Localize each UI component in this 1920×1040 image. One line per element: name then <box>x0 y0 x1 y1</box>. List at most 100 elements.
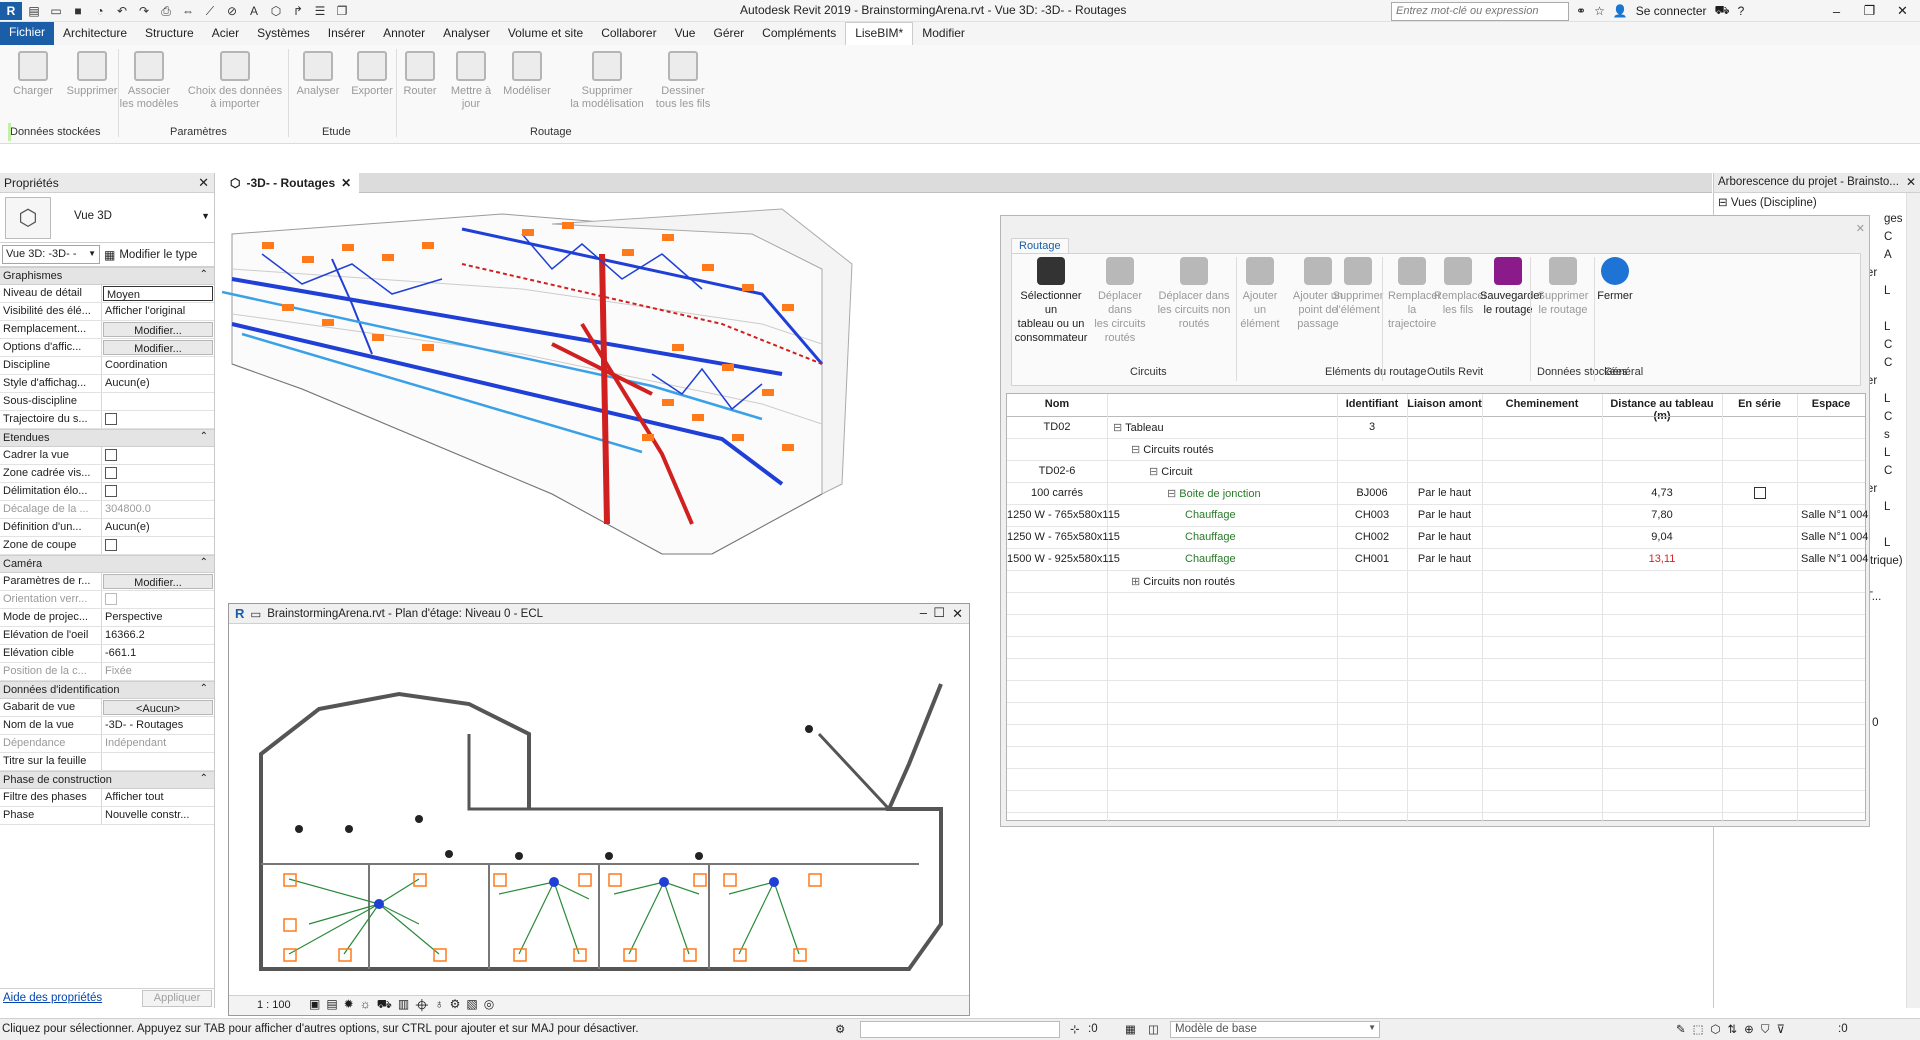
property-value[interactable] <box>102 411 214 428</box>
property-value[interactable]: Afficher tout <box>102 789 214 806</box>
property-group-header[interactable]: Caméra ⌃ <box>0 555 214 573</box>
measure-icon[interactable]: ⇔ <box>178 2 198 20</box>
expand-icon[interactable]: ⊟ <box>1167 488 1179 500</box>
scale-label[interactable]: 1 : 100 <box>257 999 291 1011</box>
checkbox[interactable] <box>105 449 117 461</box>
close-icon[interactable]: ✕ <box>1886 0 1919 22</box>
select-links-icon[interactable]: ⊹ <box>1070 1022 1080 1036</box>
table-row[interactable]: 1250 W - 765x580x115 Chauffage CH003 Par le… <box>1007 505 1868 527</box>
table-row[interactable]: 1500 W - 925x580x115 Chauffage CH001 Par le… <box>1007 549 1868 571</box>
collapse-icon[interactable]: ⌃ <box>200 557 208 568</box>
thin-lines-icon[interactable]: ☰ <box>310 2 330 20</box>
edit-type-button[interactable]: Modifier le type <box>119 249 197 261</box>
collapse-icon[interactable]: ⌃ <box>200 683 208 694</box>
collapse-icon[interactable]: ⌃ <box>200 269 208 280</box>
cart-icon[interactable]: ⛟ <box>1715 3 1730 19</box>
workset-select[interactable] <box>860 1021 1060 1038</box>
column-header[interactable]: Distance au tableau (m) <box>1602 394 1722 422</box>
ribbon-button[interactable]: Associer les modèles <box>118 51 180 111</box>
minimize-icon[interactable]: – <box>1820 0 1853 22</box>
ribbon-button[interactable]: Mettre à jour <box>442 51 500 111</box>
property-edit-button[interactable]: Modifier... <box>103 340 213 355</box>
ribbon-tab[interactable]: Structure <box>136 23 203 45</box>
property-group-header[interactable]: Données d'identification ⌃ <box>0 681 214 699</box>
close-icon[interactable]: ✕ <box>198 175 209 191</box>
browser-scrollbar[interactable] <box>1906 193 1920 1008</box>
close-icon[interactable]: ✕ <box>952 606 963 622</box>
routage-tool-button[interactable]: Remplacer les fils <box>1434 257 1487 317</box>
property-value[interactable] <box>102 447 214 464</box>
text-icon[interactable]: A <box>244 2 264 20</box>
signin-link[interactable]: Se connecter <box>1636 4 1707 18</box>
ribbon-tab[interactable]: Vue <box>666 23 705 45</box>
close-icon[interactable]: ✕ <box>1856 222 1865 235</box>
table-row[interactable]: TD02-6 ⊟ Circuit <box>1007 461 1865 483</box>
property-value[interactable]: Aucun(e) <box>102 375 214 392</box>
property-value[interactable]: -3D- - Routages <box>102 717 214 734</box>
undo-icon[interactable]: ↶ <box>112 2 132 20</box>
property-value[interactable]: -661.1 <box>102 645 214 662</box>
sync-icon[interactable]: ◔ <box>90 2 110 20</box>
column-header[interactable]: Nom <box>1007 394 1107 416</box>
ribbon-tab[interactable]: Gérer <box>704 23 753 45</box>
column-header[interactable]: Liaison amont <box>1407 394 1482 416</box>
property-edit-button[interactable]: Modifier... <box>103 322 213 337</box>
column-header[interactable]: Espace <box>1797 394 1865 416</box>
minimize-icon[interactable]: – <box>920 605 927 620</box>
ribbon-tab[interactable]: LiseBIM* <box>845 22 914 45</box>
table-row[interactable]: ⊞ Circuits non routés <box>1007 571 1865 593</box>
property-group-header[interactable]: Etendues ⌃ <box>0 429 214 447</box>
redo-icon[interactable]: ↷ <box>134 2 154 20</box>
property-value[interactable]: Aucun(e) <box>102 519 214 536</box>
view-control-icons[interactable]: ▣▤✹☼⛟▥⌖♁⚙▧◎ <box>309 997 500 1013</box>
routage-tool-button[interactable]: Sauvegarder le routage <box>1480 257 1543 317</box>
view-selector[interactable]: Vue 3D: -3D- - ▼ <box>2 245 100 264</box>
ribbon-tab[interactable]: Analyser <box>434 23 499 45</box>
property-value[interactable]: Nouvelle constr... <box>102 807 214 824</box>
routage-tool-button[interactable]: Fermer <box>1594 257 1636 303</box>
ribbon-button[interactable]: Choix des données à importer <box>180 51 290 111</box>
property-value[interactable] <box>102 465 214 482</box>
routage-tool-button[interactable]: Supprimer le routage <box>1536 257 1590 317</box>
help-icon[interactable]: ? <box>1738 4 1745 18</box>
column-header[interactable]: Identifiant <box>1337 394 1407 416</box>
expand-icon[interactable]: ⊞ <box>1131 576 1143 588</box>
close-icon[interactable]: ✕ <box>341 176 351 190</box>
collapse-icon[interactable]: ⌃ <box>200 773 208 784</box>
table-row[interactable]: TD02 ⊟ Tableau 3 <box>1007 417 1865 439</box>
property-value[interactable] <box>102 753 214 770</box>
close-icon[interactable]: ✕ <box>1906 175 1916 189</box>
routage-tool-button[interactable]: Déplacer dans les circuits non routés <box>1152 257 1236 331</box>
folder-icon[interactable]: ▭ <box>46 2 66 20</box>
type-selector[interactable]: ⬡ Vue 3D ▼ <box>0 193 214 243</box>
maximize-icon[interactable]: ☐ <box>933 605 945 621</box>
property-edit-button[interactable]: Modifier... <box>103 574 213 589</box>
column-header[interactable]: En série <box>1722 394 1797 416</box>
table-row[interactable]: 100 carrés ⊟ Boite de jonction BJ006 Par le… <box>1007 483 1865 505</box>
properties-help-link[interactable]: Aide des propriétés <box>3 992 102 1004</box>
ribbon-tab[interactable]: Compléments <box>753 23 845 45</box>
ribbon-tab[interactable]: Fichier <box>0 22 55 45</box>
checkbox[interactable] <box>105 593 117 605</box>
editable-only-icon[interactable]: ◫ <box>1148 1022 1159 1036</box>
property-value[interactable]: Afficher l'original <box>102 303 214 320</box>
status-right-icons[interactable]: ✎⬚⬡⇅⊕⛉⊽ <box>1676 1022 1792 1037</box>
ribbon-button[interactable]: Dessiner tous les fils <box>648 51 718 111</box>
ribbon-tab[interactable]: Annoter <box>374 23 434 45</box>
ribbon-tab[interactable]: Systèmes <box>248 23 319 45</box>
user-icon[interactable]: 👤 <box>1613 4 1628 18</box>
ribbon-button[interactable]: Charger <box>6 51 60 98</box>
ribbon-button[interactable]: Analyser <box>292 51 344 98</box>
ribbon-button[interactable]: Supprimer la modélisation <box>568 51 646 111</box>
checkbox[interactable] <box>105 485 117 497</box>
property-value[interactable]: Moyen <box>103 286 213 301</box>
collapse-icon[interactable]: ⌃ <box>200 431 208 442</box>
table-row[interactable]: ⊟ Circuits routés <box>1007 439 1865 461</box>
ribbon-button[interactable]: Supprimer <box>66 51 118 98</box>
switch-windows-icon[interactable]: ❐ <box>332 2 352 20</box>
ribbon-tab[interactable]: Volume et site <box>499 23 592 45</box>
revit-logo-icon[interactable]: R <box>0 2 22 20</box>
property-value[interactable] <box>102 483 214 500</box>
section-icon[interactable]: ↱ <box>288 2 308 20</box>
expand-icon[interactable]: ⊟ <box>1113 422 1125 434</box>
